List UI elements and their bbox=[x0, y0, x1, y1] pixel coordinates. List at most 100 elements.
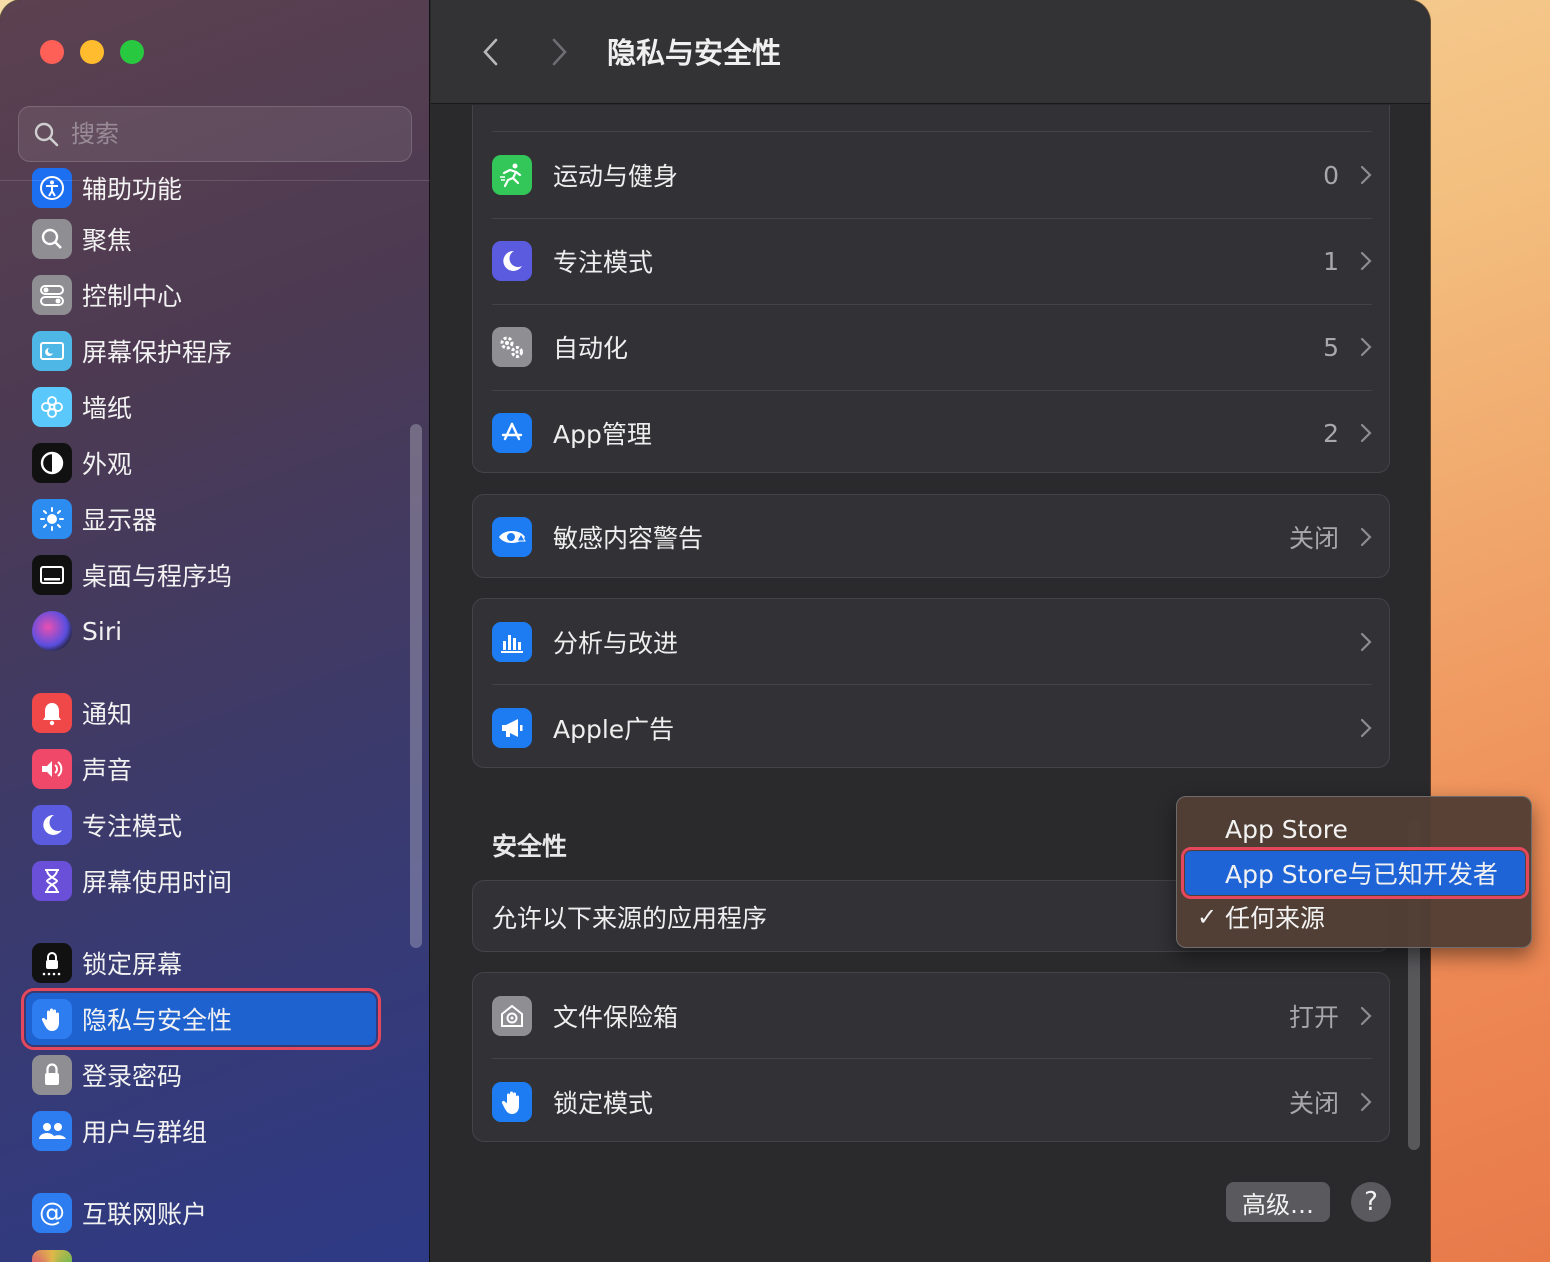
row-app-management[interactable]: App管理 2 bbox=[473, 390, 1391, 476]
row-label: 允许以下来源的应用程序 bbox=[492, 904, 768, 933]
sidebar-item-label: 登录密码 bbox=[82, 1062, 183, 1091]
search-field[interactable] bbox=[18, 106, 412, 162]
sidebar-item-focus[interactable]: 专注模式 bbox=[26, 799, 376, 851]
zoom-window-button[interactable] bbox=[120, 40, 144, 64]
chevron-right-icon bbox=[1360, 251, 1372, 271]
row-label: 运动与健身 bbox=[553, 162, 679, 191]
content-area: 运动与健身 0 专注模式 1 自动化 5 App管理 2 敏感内容警告 关闭 分… bbox=[431, 105, 1430, 1262]
row-label: 文件保险箱 bbox=[553, 1003, 679, 1032]
chevron-left-icon bbox=[483, 38, 498, 66]
allow-apps-menu: App Store App Store与已知开发者 ✓ 任何来源 bbox=[1176, 796, 1532, 948]
chevron-right-icon bbox=[1360, 165, 1372, 185]
sidebar-item-label: 外观 bbox=[82, 450, 133, 479]
sidebar-item-users-groups[interactable]: 用户与群组 bbox=[26, 1105, 376, 1157]
row-label: App管理 bbox=[553, 420, 652, 449]
siri-icon bbox=[32, 611, 72, 651]
search-input[interactable] bbox=[71, 120, 371, 148]
page-title: 隐私与安全性 bbox=[607, 36, 782, 70]
privacy-group-a: 运动与健身 0 专注模式 1 自动化 5 App管理 2 bbox=[472, 105, 1390, 473]
sidebar: 辅助功能 聚焦 控制中心 屏幕保护程序 bbox=[0, 0, 430, 1262]
chevron-right-icon bbox=[1360, 337, 1372, 357]
focus-icon bbox=[32, 805, 72, 845]
sidebar-divider bbox=[0, 180, 430, 181]
sidebar-item-appearance[interactable]: 外观 bbox=[26, 437, 376, 489]
row-label: 专注模式 bbox=[553, 248, 654, 277]
sidebar-item-label: 声音 bbox=[82, 756, 133, 785]
sidebar-item-label: 聚焦 bbox=[82, 226, 133, 255]
chevron-right-icon bbox=[552, 38, 567, 66]
sidebar-item-accessibility[interactable]: 辅助功能 bbox=[26, 162, 376, 214]
focus-moon-icon bbox=[492, 241, 532, 281]
sidebar-item-sound[interactable]: 声音 bbox=[26, 743, 376, 795]
desktop-dock-icon bbox=[32, 555, 72, 595]
sidebar-item-label: 墙纸 bbox=[82, 394, 133, 423]
privacy-hand-icon bbox=[32, 999, 72, 1039]
control-center-icon bbox=[32, 275, 72, 315]
row-label: 锁定模式 bbox=[553, 1089, 654, 1118]
row-label: 自动化 bbox=[553, 334, 629, 363]
menu-item-app-store-known-developers[interactable]: App Store与已知开发者 bbox=[1181, 847, 1529, 899]
close-window-button[interactable] bbox=[40, 40, 64, 64]
spotlight-icon bbox=[32, 219, 72, 259]
sidebar-item-lock-screen[interactable]: 锁定屏幕 bbox=[26, 937, 376, 989]
sidebar-item-label: 通知 bbox=[82, 700, 133, 729]
forward-button[interactable] bbox=[545, 32, 575, 72]
minimize-window-button[interactable] bbox=[80, 40, 104, 64]
chevron-right-icon bbox=[1360, 423, 1372, 443]
sidebar-item-login-password[interactable]: 登录密码 bbox=[26, 1049, 376, 1101]
sidebar-item-label: Siri bbox=[82, 616, 123, 646]
sidebar-item-screensaver[interactable]: 屏幕保护程序 bbox=[26, 325, 376, 377]
sidebar-item-wallpaper[interactable]: 墙纸 bbox=[26, 381, 376, 433]
appearance-icon bbox=[32, 443, 72, 483]
row-fitness[interactable]: 运动与健身 0 bbox=[473, 132, 1391, 218]
wallpaper-icon bbox=[32, 387, 72, 427]
advanced-button[interactable]: 高级… bbox=[1226, 1182, 1330, 1222]
section-title-security: 安全性 bbox=[492, 832, 568, 861]
sidebar-item-display[interactable]: 显示器 bbox=[26, 493, 376, 545]
analytics-icon bbox=[492, 622, 532, 662]
row-filevault[interactable]: 文件保险箱 打开 bbox=[473, 973, 1391, 1059]
row-label: Apple广告 bbox=[553, 715, 675, 744]
sidebar-item-siri[interactable]: Siri bbox=[26, 605, 376, 657]
megaphone-icon bbox=[492, 708, 532, 748]
sidebar-item-label: 互联网账户 bbox=[82, 1200, 208, 1229]
sidebar-item-screen-time[interactable]: 屏幕使用时间 bbox=[26, 855, 376, 907]
sidebar-item-notifications[interactable]: 通知 bbox=[26, 687, 376, 739]
notifications-icon bbox=[32, 693, 72, 733]
sidebar-item-label: 锁定屏幕 bbox=[82, 950, 183, 979]
lockdown-hand-icon bbox=[492, 1082, 532, 1122]
filevault-icon bbox=[492, 996, 532, 1036]
menu-item-anywhere[interactable]: ✓ 任何来源 bbox=[1185, 895, 1525, 939]
sidebar-item-privacy-security[interactable]: 隐私与安全性 bbox=[21, 988, 381, 1050]
users-groups-icon bbox=[32, 1111, 72, 1151]
row-value: 打开 bbox=[1288, 1003, 1339, 1032]
sidebar-item-partial[interactable] bbox=[26, 1244, 376, 1262]
sidebar-item-internet-accounts[interactable]: @ 互联网账户 bbox=[26, 1187, 376, 1239]
sidebar-item-label: 屏幕保护程序 bbox=[82, 338, 233, 367]
row-label: 敏感内容警告 bbox=[553, 524, 704, 553]
sound-icon bbox=[32, 749, 72, 789]
row-lockdown[interactable]: 锁定模式 关闭 bbox=[473, 1059, 1391, 1145]
sidebar-item-label: 桌面与程序坞 bbox=[82, 562, 233, 591]
sidebar-item-spotlight[interactable]: 聚焦 bbox=[26, 213, 376, 265]
back-button[interactable] bbox=[475, 32, 505, 72]
row-focus[interactable]: 专注模式 1 bbox=[473, 218, 1391, 304]
help-button[interactable]: ? bbox=[1351, 1182, 1391, 1222]
row-apple-ads[interactable]: Apple广告 bbox=[473, 685, 1391, 771]
fitness-icon bbox=[492, 155, 532, 195]
login-password-icon bbox=[32, 1055, 72, 1095]
row-sensitive-content[interactable]: 敏感内容警告 关闭 bbox=[473, 494, 1391, 580]
screen-time-icon bbox=[32, 861, 72, 901]
row-analytics[interactable]: 分析与改进 bbox=[473, 599, 1391, 685]
sidebar-item-label: 隐私与安全性 bbox=[82, 1006, 233, 1035]
sidebar-item-label: 显示器 bbox=[82, 506, 158, 535]
app-store-icon bbox=[492, 413, 532, 453]
sidebar-item-control-center[interactable]: 控制中心 bbox=[26, 269, 376, 321]
row-automation[interactable]: 自动化 5 bbox=[473, 304, 1391, 390]
accessibility-icon bbox=[32, 168, 72, 208]
menu-item-app-store[interactable]: App Store bbox=[1185, 807, 1525, 851]
chevron-right-icon bbox=[1360, 632, 1372, 652]
toolbar: 隐私与安全性 bbox=[431, 0, 1430, 104]
sidebar-scrollbar[interactable] bbox=[410, 424, 422, 948]
sidebar-item-desktop-dock[interactable]: 桌面与程序坞 bbox=[26, 549, 376, 601]
